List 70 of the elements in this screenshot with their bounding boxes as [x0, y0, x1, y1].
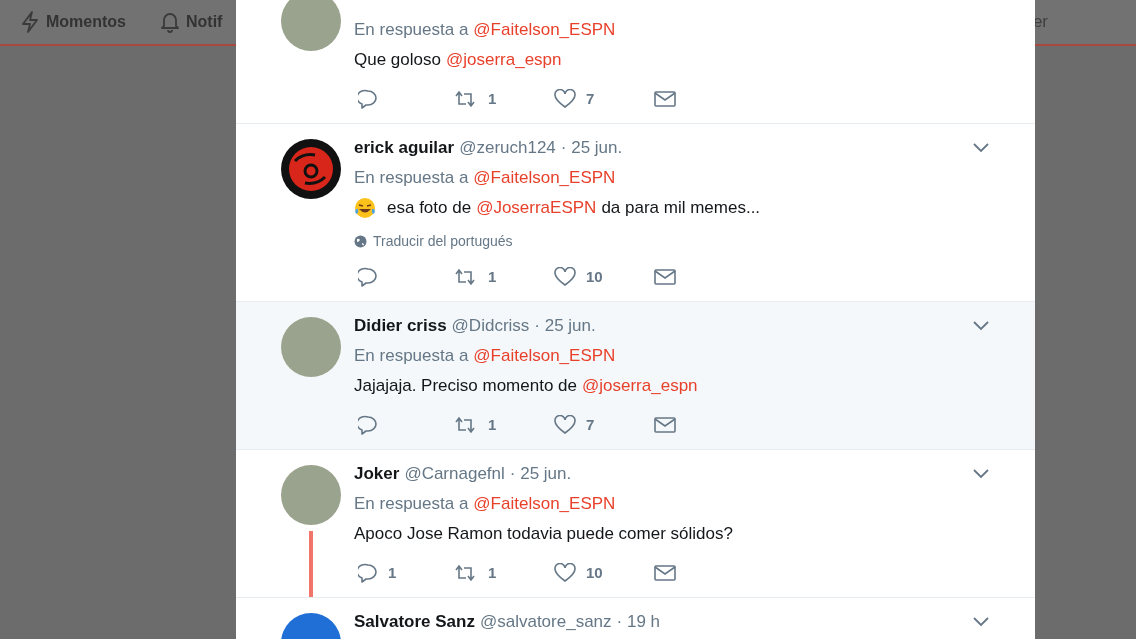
caret-icon[interactable]: [973, 321, 989, 331]
reply-context: En respuesta a: [354, 19, 469, 42]
reply-icon[interactable]: [358, 415, 378, 435]
heart-icon[interactable]: [554, 89, 576, 109]
heart-icon[interactable]: [554, 563, 576, 583]
retweet-count: 1: [488, 88, 497, 109]
user-handle[interactable]: @salvatore_sanz: [479, 609, 612, 635]
avatar-photo-placeholder[interactable]: [281, 465, 341, 525]
retweet-icon[interactable]: [454, 416, 476, 434]
mail-icon[interactable]: [654, 416, 676, 434]
avatar-emblem-icon[interactable]: [281, 139, 341, 199]
reply-context: En respuesta a: [354, 167, 469, 190]
user-handle[interactable]: @Didcriss: [451, 313, 530, 339]
reply-icon[interactable]: [358, 267, 378, 287]
mention-link[interactable]: @joserra_espn: [582, 373, 698, 399]
tweet-text: Que goloso: [354, 49, 441, 72]
caret-icon[interactable]: [973, 143, 989, 153]
reply-icon[interactable]: [358, 89, 378, 109]
mention-link[interactable]: @Faitelson_ESPN: [473, 343, 616, 369]
user-handle[interactable]: @Carnagefnl: [404, 461, 505, 487]
heart-icon[interactable]: [554, 267, 576, 287]
tweet-text: Jajajaja. Preciso momento de: [354, 375, 577, 398]
like-count: 7: [586, 88, 595, 109]
mention-link[interactable]: @JoserraESPN: [476, 195, 597, 221]
nav-tab[interactable]: Notif: [160, 10, 223, 34]
tweet-text: da para mil memes...: [601, 197, 761, 220]
tweet-time[interactable]: · 19 h: [616, 609, 661, 635]
user-handle[interactable]: @zeruch124: [459, 135, 556, 161]
tweet-time[interactable]: · 25 jun.: [534, 313, 596, 339]
retweet-count: 1: [488, 414, 497, 435]
mail-icon[interactable]: [654, 564, 676, 582]
like-count: 10: [586, 562, 603, 583]
tweet-time[interactable]: · 25 jun.: [509, 461, 572, 487]
retweet-icon[interactable]: [454, 90, 476, 108]
avatar-photo-placeholder[interactable]: [281, 0, 341, 51]
mention-link[interactable]: @Faitelson_ESPN: [473, 491, 616, 517]
reply-context: En respuesta a: [354, 493, 469, 516]
user-name[interactable]: erick aguilar: [354, 135, 455, 161]
caret-icon[interactable]: [973, 617, 989, 627]
lightning-icon: [20, 11, 40, 33]
retweet-count: 1: [488, 562, 497, 583]
like-count: 10: [586, 266, 603, 287]
caret-icon[interactable]: [973, 469, 989, 479]
retweet-icon[interactable]: [454, 564, 476, 582]
avatar-photo-placeholder[interactable]: [281, 317, 341, 377]
mention-link[interactable]: @Faitelson_ESPN: [473, 165, 616, 191]
tweet-text: Apoco Jose Ramon todavia puede comer sólidos?: [354, 523, 733, 546]
heart-icon[interactable]: [554, 415, 576, 435]
user-name[interactable]: Salvatore Sanz: [354, 609, 475, 635]
tweet-card[interactable]: Didier criss @Didcriss · 25 jun. En respuesta a @Faitelson_ESPN Jajajaja. Preciso momento de @joserra_espn 1 7: [236, 302, 1035, 450]
tweet-time[interactable]: · 25 jun.: [560, 135, 623, 161]
retweet-icon[interactable]: [454, 268, 476, 286]
user-name[interactable]: Joker: [354, 461, 400, 487]
like-count: 7: [586, 414, 595, 435]
reply-context: En respuesta a: [354, 345, 469, 368]
retweet-count: 1: [488, 266, 497, 287]
bell-icon: [160, 11, 180, 33]
mail-icon[interactable]: [654, 268, 676, 286]
globe-icon: [354, 234, 367, 248]
reply-icon[interactable]: [358, 563, 378, 583]
tweet-card[interactable]: En respuesta a @Faitelson_ESPN Que goloso @joserra_espn 1 7: [236, 0, 1035, 124]
mention-link[interactable]: @joserra_espn: [445, 47, 562, 73]
mail-icon[interactable]: [654, 90, 676, 108]
nav-tab[interactable]: Momentos: [20, 10, 126, 34]
tweet-text: esa foto de: [387, 197, 472, 220]
laughing-emoji-icon: [354, 197, 376, 219]
translate-link[interactable]: Traducir del portugués: [373, 230, 513, 252]
mention-link[interactable]: @Faitelson_ESPN: [473, 17, 616, 43]
reply-count: 1: [388, 562, 397, 583]
user-name[interactable]: Didier criss: [354, 313, 447, 339]
